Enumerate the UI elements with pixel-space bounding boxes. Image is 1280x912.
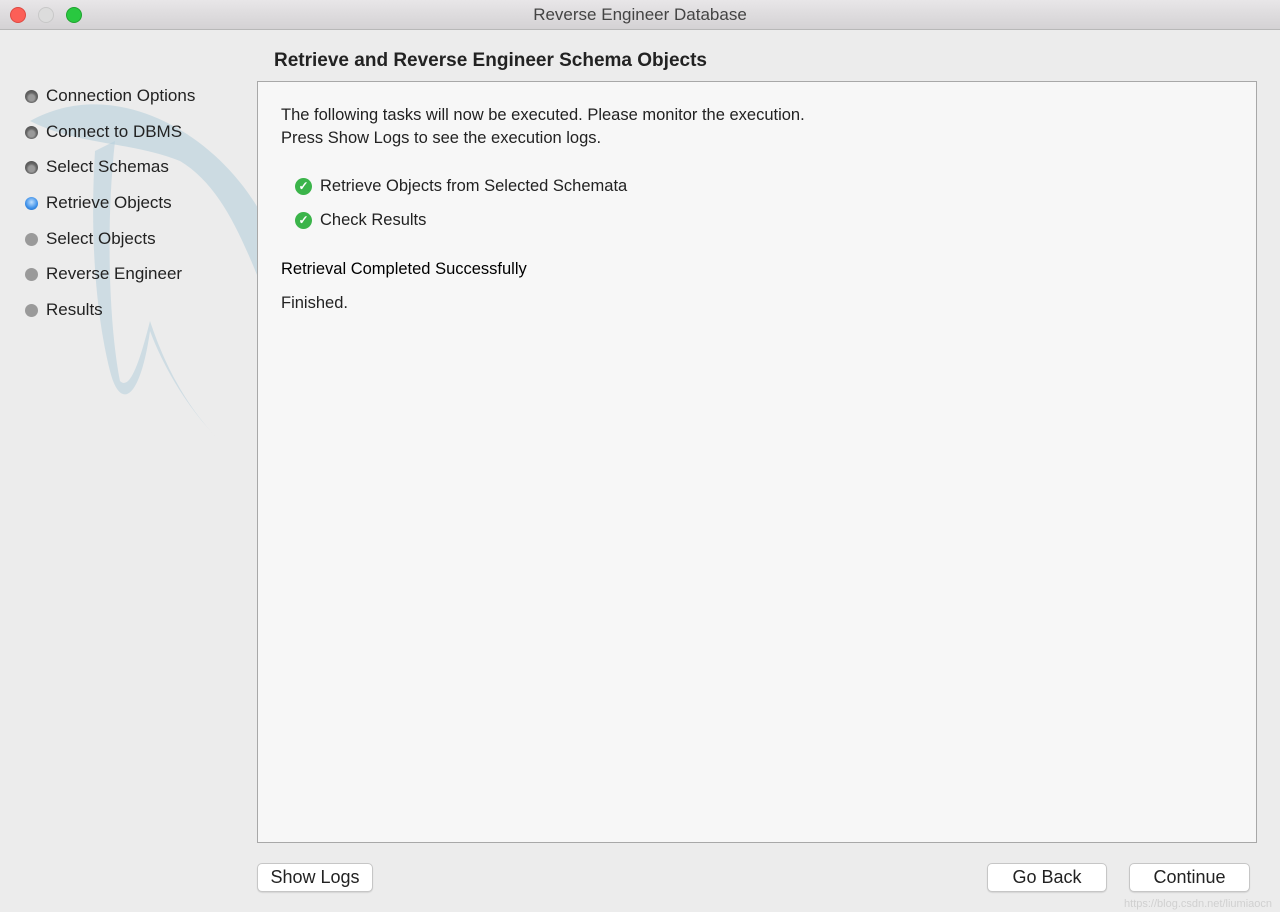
intro-text-1: The following tasks will now be executed… <box>281 106 805 124</box>
step-results: Results <box>25 300 103 320</box>
step-label: Retrieve Objects <box>46 193 172 212</box>
step-label: Connect to DBMS <box>46 122 183 141</box>
check-icon: ✓ <box>295 178 312 195</box>
task-label: Retrieve Objects from Selected Schemata <box>320 177 628 195</box>
intro-text-2: Press Show Logs to see the execution log… <box>281 129 602 147</box>
step-status-icon <box>25 267 38 281</box>
task-check-results: ✓ Check Results <box>295 211 426 230</box>
step-status-icon <box>25 89 38 103</box>
watermark-text: https://blog.csdn.net/liumiaocn <box>1124 898 1272 910</box>
finished-text: Finished. <box>281 294 348 312</box>
task-label: Check Results <box>320 211 427 229</box>
window-title: Reverse Engineer Database <box>533 5 747 24</box>
step-connection-options: Connection Options <box>25 86 195 106</box>
step-label: Reverse Engineer <box>46 264 183 283</box>
close-window-button[interactable] <box>10 7 26 23</box>
step-label: Select Objects <box>46 229 156 248</box>
title-bar: Reverse Engineer Database <box>0 0 1280 30</box>
step-connect-to-dbms: Connect to DBMS <box>25 122 182 142</box>
continue-button[interactable]: Continue <box>1129 863 1250 892</box>
step-retrieve-objects: Retrieve Objects <box>25 193 172 213</box>
wizard-steps-sidebar: Connection Options Connect to DBMS Selec… <box>0 31 445 911</box>
step-select-schemas: Select Schemas <box>25 157 169 177</box>
step-label: Select Schemas <box>46 157 169 176</box>
step-label: Connection Options <box>46 86 196 105</box>
step-status-icon <box>25 160 38 174</box>
show-logs-button[interactable]: Show Logs <box>257 863 373 892</box>
content-panel: The following tasks will now be executed… <box>257 81 1257 843</box>
step-select-objects: Select Objects <box>25 229 156 249</box>
step-reverse-engineer: Reverse Engineer <box>25 264 182 284</box>
page-title: Retrieve and Reverse Engineer Schema Obj… <box>274 50 707 71</box>
check-icon: ✓ <box>295 212 312 229</box>
step-status-icon <box>25 125 38 139</box>
step-status-icon <box>25 303 38 317</box>
go-back-button[interactable]: Go Back <box>987 863 1107 892</box>
status-text: Retrieval Completed Successfully <box>281 260 527 278</box>
step-label: Results <box>46 300 103 319</box>
minimize-window-button[interactable] <box>38 7 54 23</box>
step-status-icon <box>25 232 38 246</box>
zoom-window-button[interactable] <box>66 7 82 23</box>
step-status-icon <box>25 196 38 210</box>
task-retrieve-objects: ✓ Retrieve Objects from Selected Schemata <box>295 177 627 196</box>
